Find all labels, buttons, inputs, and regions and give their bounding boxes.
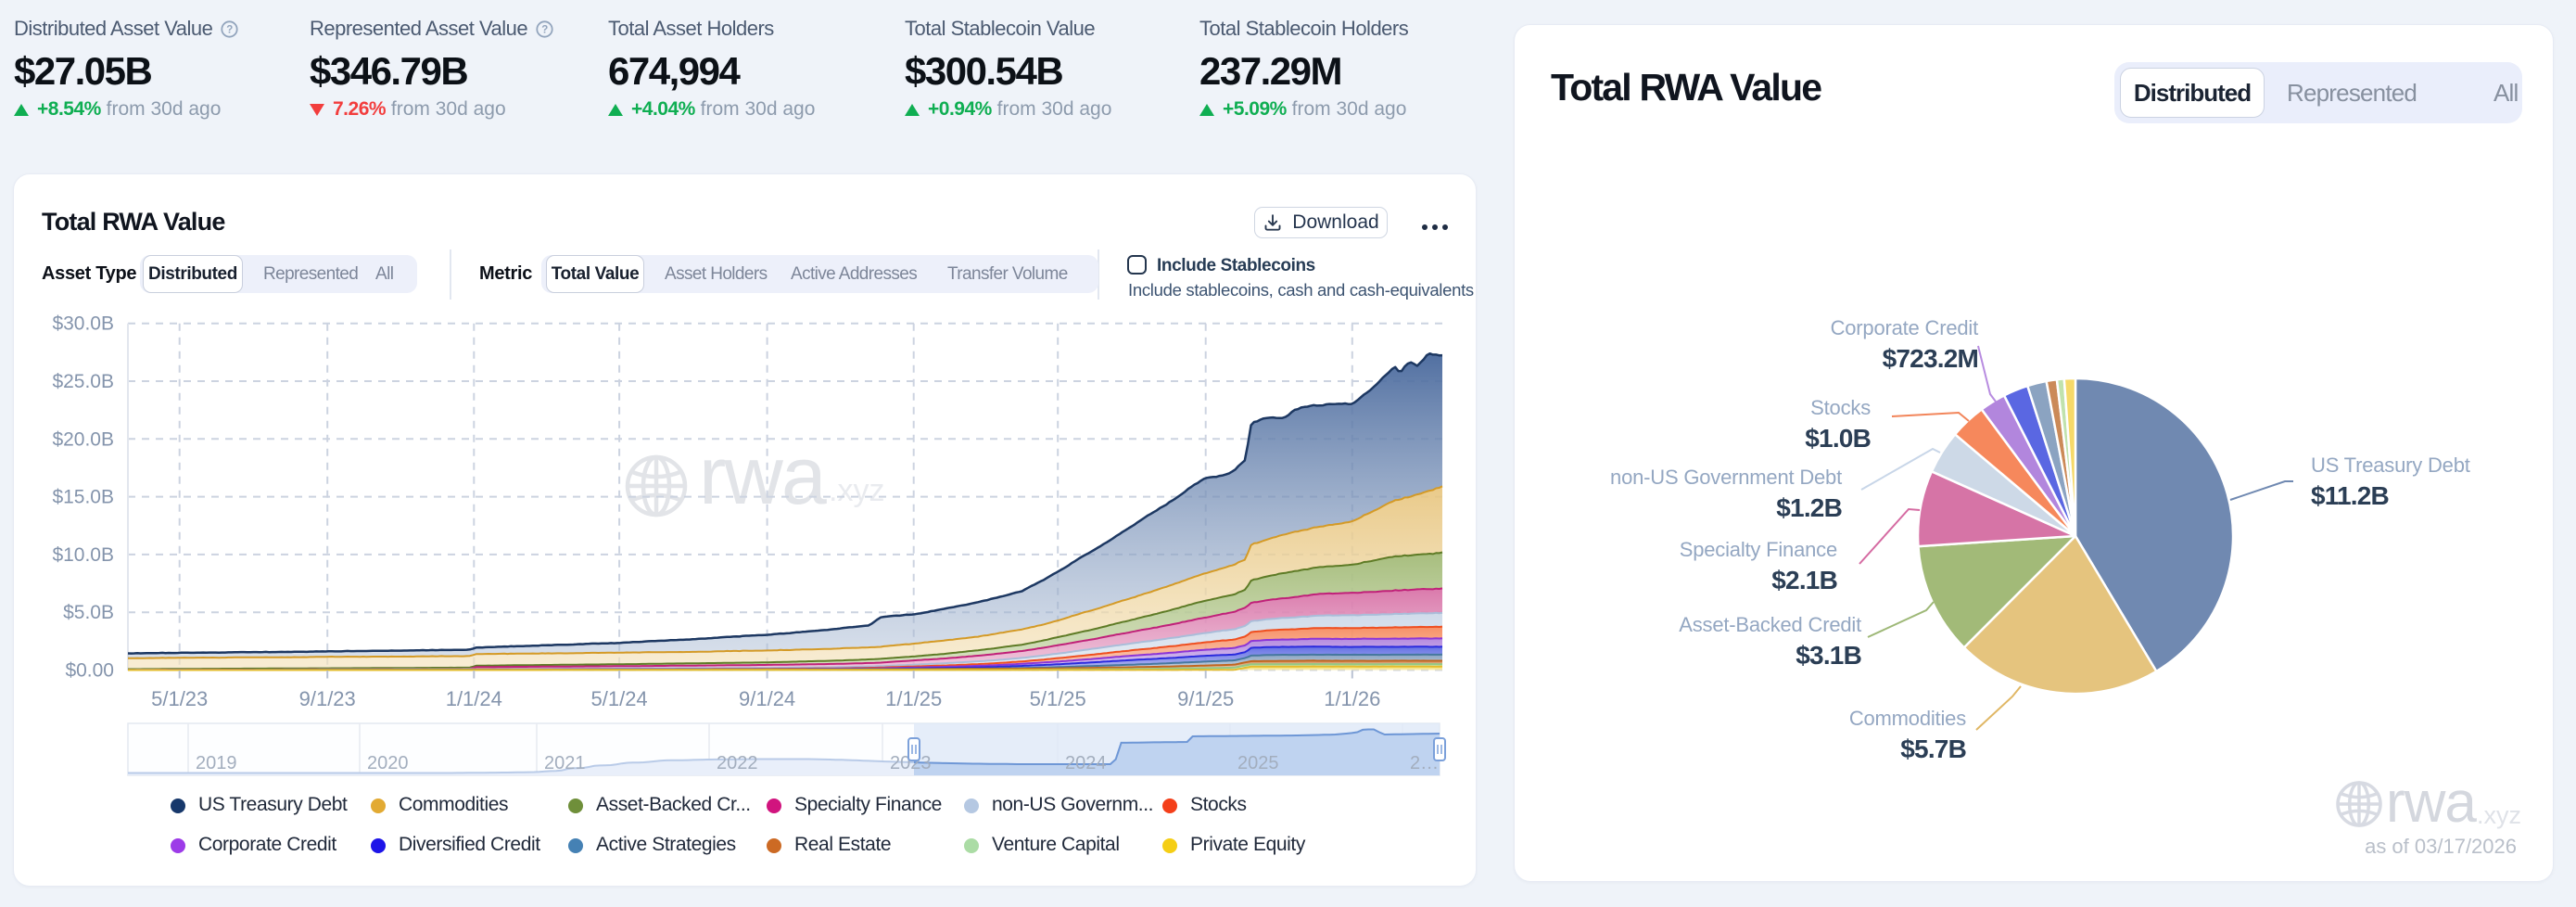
svg-text:2020: 2020 <box>367 753 409 773</box>
svg-text:2022: 2022 <box>717 753 758 773</box>
svg-text:?: ? <box>541 24 548 35</box>
svg-text:2024: 2024 <box>1065 753 1107 773</box>
svg-text:2025: 2025 <box>1237 753 1279 773</box>
svg-text:2021: 2021 <box>544 753 586 773</box>
svg-text:?: ? <box>227 24 234 35</box>
svg-text:2019: 2019 <box>196 753 237 773</box>
